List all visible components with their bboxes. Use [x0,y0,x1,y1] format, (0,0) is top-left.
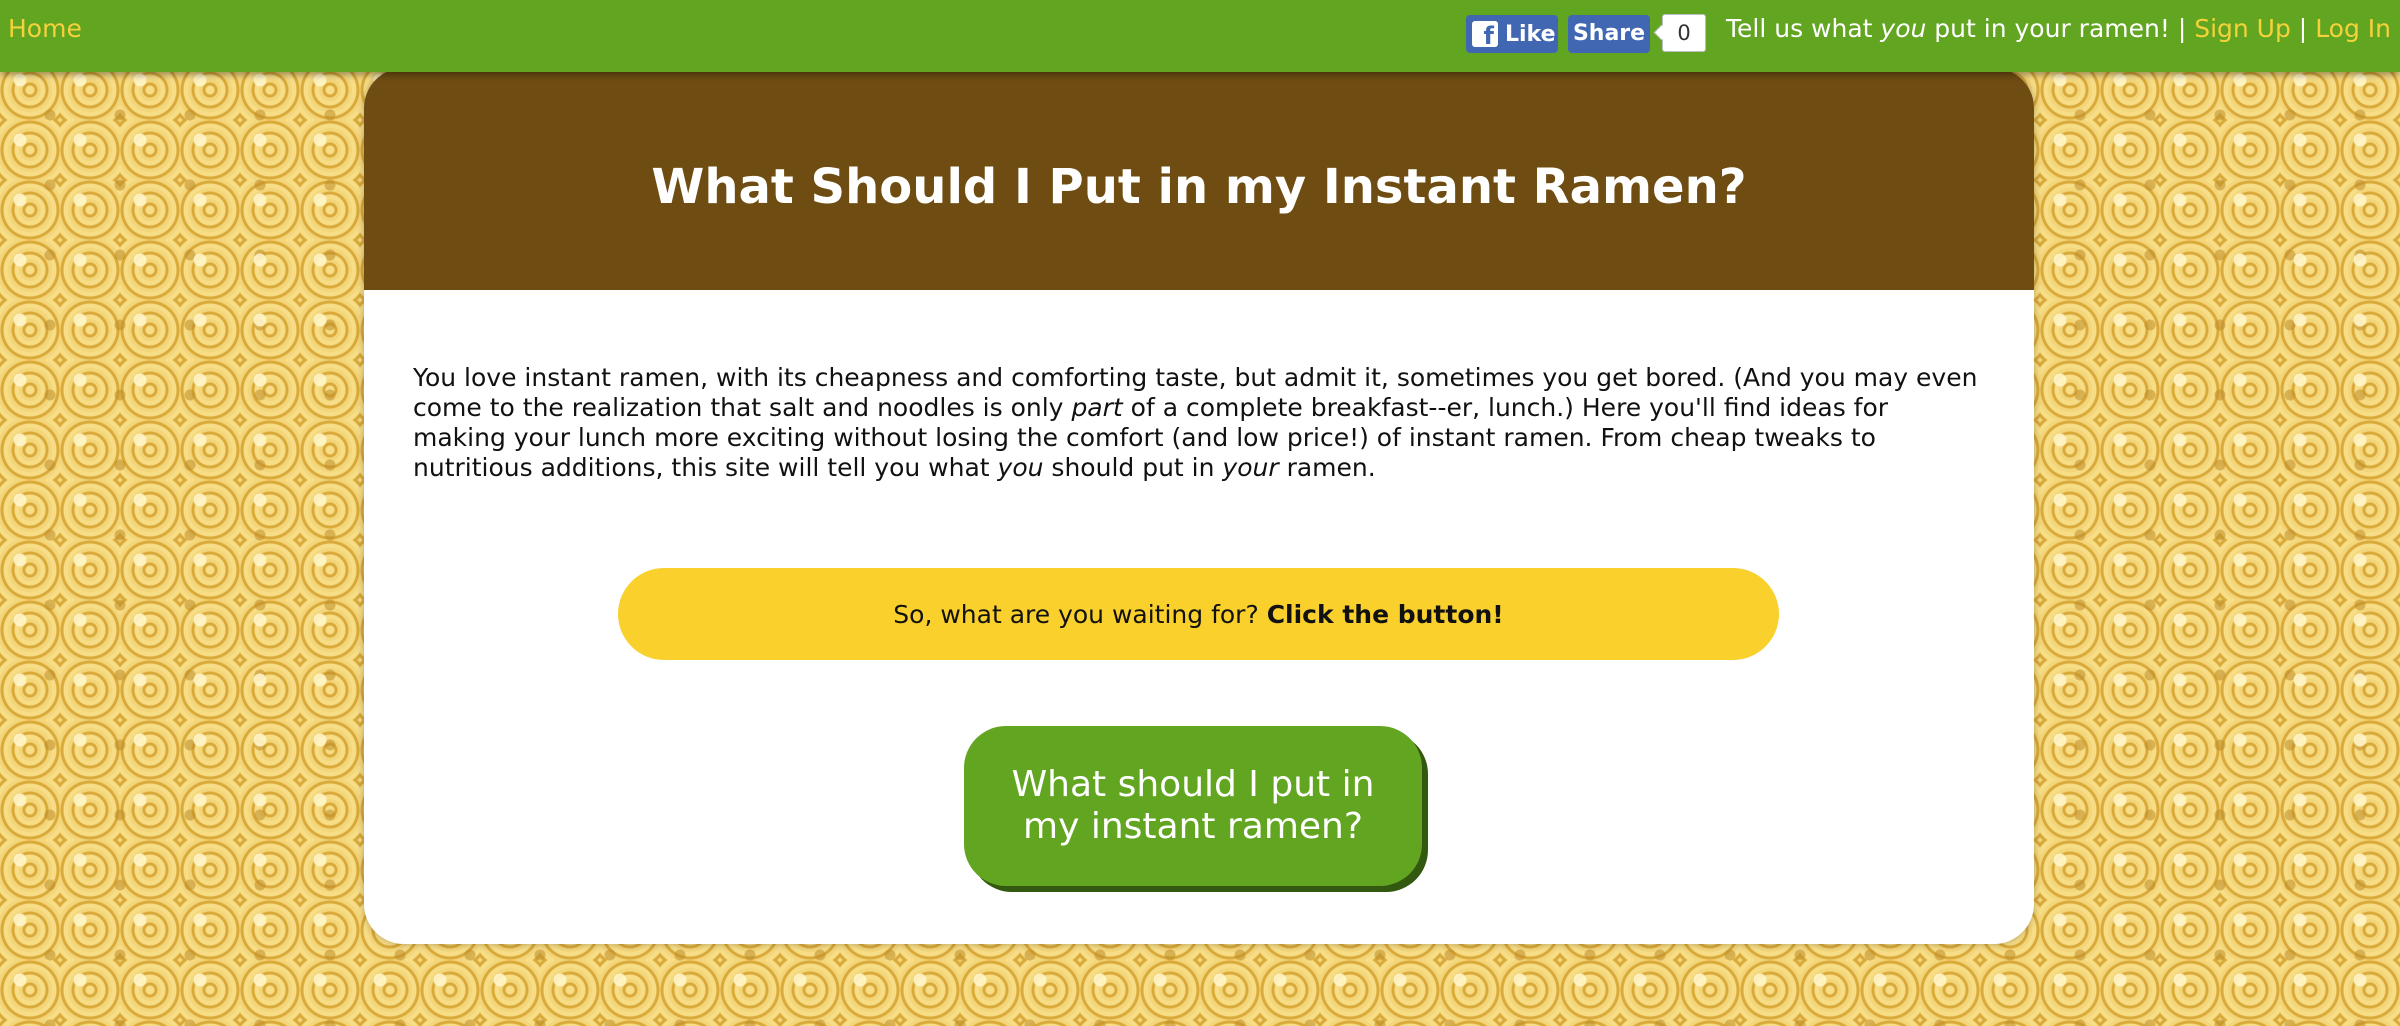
intro-text: should put in [1043,453,1223,482]
suggest-ramen-button[interactable]: What should I put in my instant ramen? [964,726,1422,886]
tagline-prefix: Tell us what [1726,14,1881,43]
intro-emphasis: part [1071,393,1123,422]
tagline-emphasis: you [1880,14,1927,43]
facebook-like-button[interactable]: f Like [1466,15,1558,53]
call-to-action-banner: So, what are you waiting for? Click the … [618,568,1779,660]
nav-separator: | [2169,14,2195,43]
facebook-f-icon: f [1472,21,1498,47]
intro-text: ramen. [1278,453,1376,482]
title-banner: What Should I Put in my Instant Ramen? [364,68,2034,290]
sign-up-link[interactable]: Sign Up [2194,14,2291,43]
home-link[interactable]: Home [8,14,82,43]
intro-emphasis: you [997,453,1044,482]
facebook-like-label: Like [1505,21,1556,47]
top-nav-bar: Home f Like Share 0 Tell us what you put… [0,0,2400,72]
page-title: What Should I Put in my Instant Ramen? [651,159,1747,215]
nav-separator: | [2290,14,2316,43]
main-card: What Should I Put in my Instant Ramen? Y… [364,68,2034,944]
tagline-suffix: put in your ramen! [1926,14,2170,43]
facebook-share-count: 0 [1662,14,1706,52]
cta-bold-text: Click the button! [1266,599,1504,629]
intro-emphasis: your [1222,453,1279,482]
nav-right-group: Tell us what you put in your ramen! | Si… [1726,14,2391,43]
log-in-link[interactable]: Log In [2315,14,2391,43]
facebook-share-button[interactable]: Share [1568,15,1650,53]
cta-text: So, what are you waiting for? [893,599,1259,629]
intro-paragraph: You love instant ramen, with its cheapne… [413,363,1988,483]
